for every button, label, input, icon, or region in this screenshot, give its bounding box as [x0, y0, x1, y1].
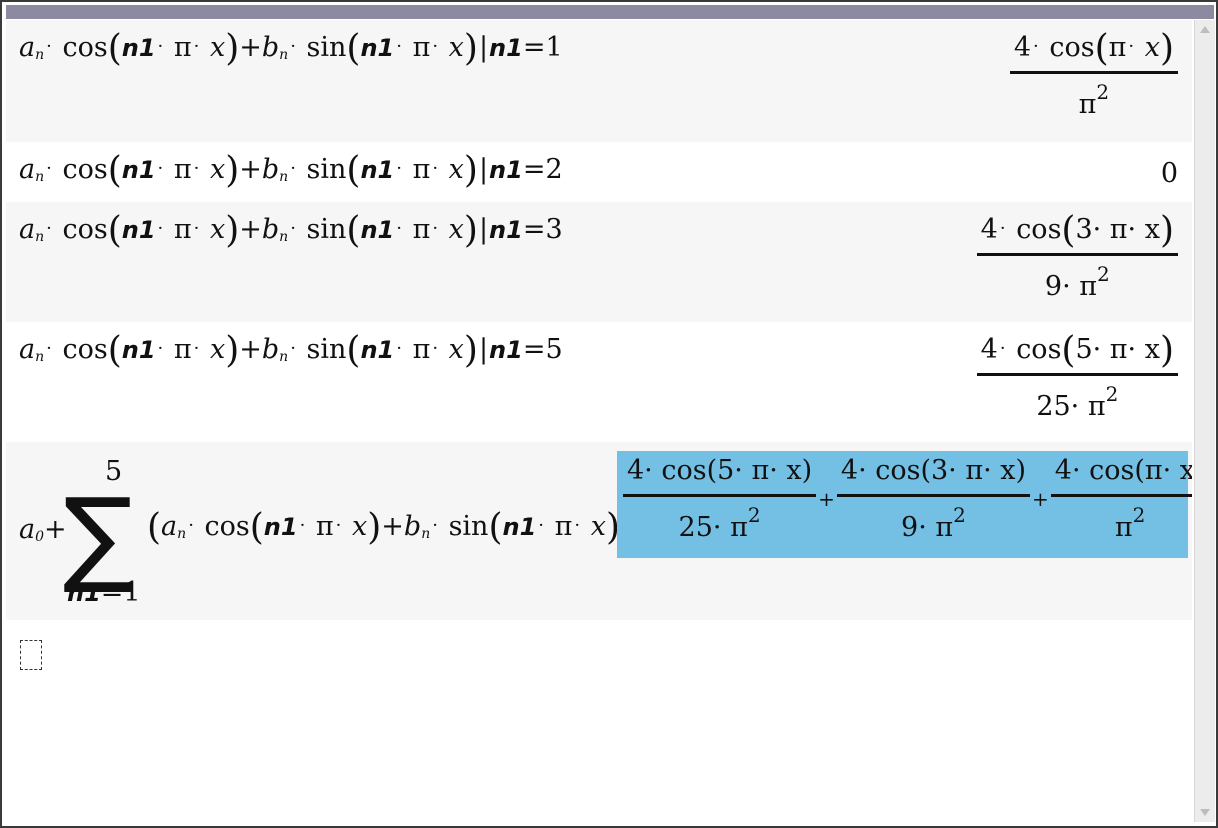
entry-cursor[interactable]: [20, 640, 42, 670]
entry-3-result[interactable]: 4 · cos(3· π· x) 9· π2: [976, 213, 1178, 302]
vertical-scrollbar[interactable]: [1194, 20, 1215, 822]
term-2: 4· cos(3· π· x) 9· π2: [836, 455, 1031, 543]
history-entry-5[interactable]: 5 ∑ n1=1 a0+ (an · cos(n1 · π · x)+bn · sin(…: [6, 442, 1192, 620]
title-bar: [6, 5, 1214, 19]
scroll-up-arrow-icon[interactable]: [1200, 26, 1210, 33]
term-1: 4· cos(5· π· x) 25· π2: [623, 455, 817, 543]
sum-prefix: a0+: [19, 514, 67, 545]
scroll-down-arrow-icon[interactable]: [1200, 809, 1210, 816]
entry-2-result[interactable]: 0: [1161, 158, 1178, 189]
entry-3-input[interactable]: an · cos(n1 · π · x)+bn · sin(n1 · π · x)|n1=3: [19, 213, 563, 249]
calculator-window: an · cos(n1 · π · x)+bn · sin(n1 · π · x)|n1=1…: [0, 0, 1218, 828]
history-entry-4[interactable]: an · cos(n1 · π · x)+bn · sin(n1 · π · x)|n1=5…: [6, 322, 1192, 442]
selected-result[interactable]: 4· cos(5· π· x) 25· π2 + 4· cos(3· π· x)…: [617, 451, 1192, 558]
sigma-symbol: ∑: [63, 475, 134, 597]
entry-1-result[interactable]: 4 · cos(π · x) π2: [1009, 31, 1178, 120]
history-entry-2[interactable]: an · cos(n1 · π · x)+bn · sin(n1 · π · x)|n1=2…: [6, 142, 1192, 202]
entry-5-input[interactable]: 5 ∑ n1=1 a0+ (an · cos(n1 · π · x)+bn · sin(…: [19, 456, 634, 616]
entry-4-n1: 5: [545, 334, 563, 365]
sum-lower-limit: n1=1: [67, 577, 141, 608]
entry-3-n1: 3: [545, 214, 563, 245]
sum-body: (an· cos(n1· π· x)+bn· sin(n1· π· x)): [147, 507, 634, 548]
entry-2-n1: 2: [545, 154, 563, 185]
entry-4-result[interactable]: 4 · cos(5· π· x) 25· π2: [976, 333, 1178, 422]
entry-1-input[interactable]: an · cos(n1 · π · x)+bn · sin(n1 · π · x)|n1=1: [19, 31, 563, 67]
entry-2-input[interactable]: an · cos(n1 · π · x)+bn · sin(n1 · π · x)|n1=2: [19, 153, 563, 189]
entry-1-n1: 1: [545, 32, 563, 63]
history-entry-1[interactable]: an · cos(n1 · π · x)+bn · sin(n1 · π · x)|n1=1…: [6, 20, 1192, 142]
history-entry-3[interactable]: an · cos(n1 · π · x)+bn · sin(n1 · π · x)|n1=3…: [6, 202, 1192, 322]
history-area[interactable]: an · cos(n1 · π · x)+bn · sin(n1 · π · x)|n1=1…: [6, 20, 1192, 822]
term-3: 4· cos(π· x) π2: [1050, 455, 1192, 543]
entry-4-input[interactable]: an · cos(n1 · π · x)+bn · sin(n1 · π · x)|n1=5: [19, 333, 563, 369]
